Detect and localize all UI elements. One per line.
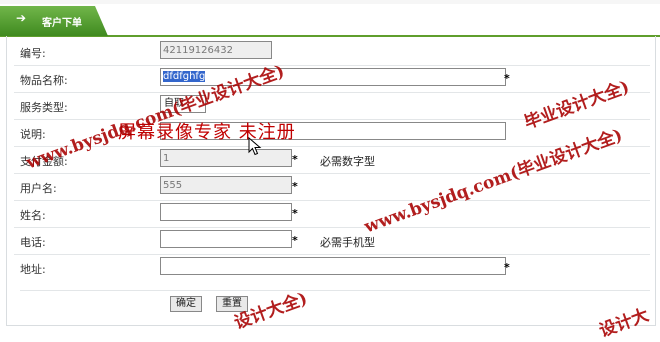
username-label: 用户名:: [20, 182, 57, 195]
mouse-pointer-icon: [248, 137, 262, 156]
required-mark: *: [292, 234, 298, 247]
tab-title: 客户下单: [42, 18, 82, 29]
required-mark: *: [504, 72, 510, 85]
phone-field[interactable]: [160, 230, 292, 248]
item-name-value: dfdfghfg: [163, 71, 206, 82]
required-mark: *: [292, 180, 298, 193]
form-row-order-number: 编号:: [14, 38, 650, 66]
description-label: 说明:: [20, 128, 46, 141]
form-row-item-name: 物品名称: dfdfghfg *: [14, 65, 650, 93]
top-strip: [0, 0, 660, 4]
form-row-username: 用户名: *: [14, 173, 650, 201]
address-field[interactable]: [160, 257, 506, 275]
phone-label: 电话:: [20, 236, 46, 249]
name-field[interactable]: [160, 203, 292, 221]
name-label: 姓名:: [20, 209, 46, 222]
row-divider: [20, 290, 650, 291]
order-number-field[interactable]: [160, 41, 272, 59]
required-mark: *: [504, 261, 510, 274]
order-number-label: 编号:: [20, 47, 46, 60]
right-arrow-icon: ➔: [16, 11, 27, 25]
address-label: 地址:: [20, 263, 46, 276]
payment-amount-field[interactable]: [160, 149, 292, 167]
tab-customer-order[interactable]: ➔ 客户下单: [0, 6, 108, 36]
required-mark: *: [292, 153, 298, 166]
numeric-hint: 必需数字型: [320, 155, 375, 168]
service-type-label: 服务类型:: [20, 101, 68, 114]
form-row-phone: 电话: * 必需手机型: [14, 227, 650, 255]
confirm-button[interactable]: 确定: [170, 296, 202, 312]
tab-bar: ➔ 客户下单: [0, 6, 660, 37]
required-mark: *: [292, 207, 298, 220]
phone-hint: 必需手机型: [320, 236, 375, 249]
username-field[interactable]: [160, 176, 292, 194]
item-name-label: 物品名称:: [20, 74, 68, 87]
form-row-name: 姓名: *: [14, 200, 650, 228]
form-row-address: 地址: *: [14, 254, 650, 281]
